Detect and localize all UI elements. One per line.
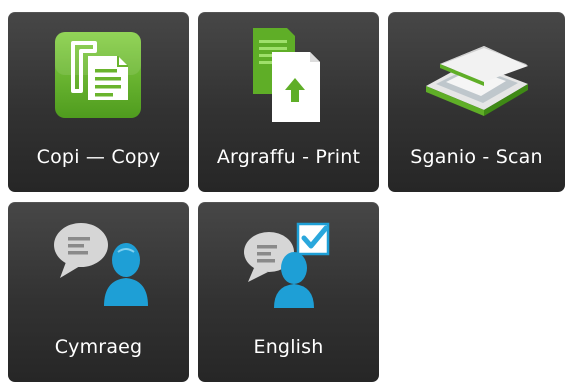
print-tile[interactable]: Argraffu - Print bbox=[198, 12, 379, 192]
scan-label: Sganio - Scan bbox=[410, 146, 543, 168]
copy-tile[interactable]: Copi — Copy bbox=[8, 12, 189, 192]
person-speech-icon bbox=[54, 223, 148, 306]
welsh-language-label: Cymraeg bbox=[54, 336, 143, 358]
copy-label: Copi — Copy bbox=[36, 146, 161, 168]
english-language-label: English bbox=[253, 336, 324, 358]
scanner-icon bbox=[426, 46, 528, 116]
print-label: Argraffu - Print bbox=[216, 146, 361, 168]
print-icon bbox=[253, 28, 320, 122]
person-speech-check-icon bbox=[244, 222, 330, 308]
scan-tile[interactable]: Sganio - Scan bbox=[388, 12, 565, 192]
welsh-language-tile[interactable]: Cymraeg bbox=[8, 202, 189, 382]
english-language-tile[interactable]: English bbox=[198, 202, 379, 382]
copy-icon bbox=[55, 32, 141, 118]
